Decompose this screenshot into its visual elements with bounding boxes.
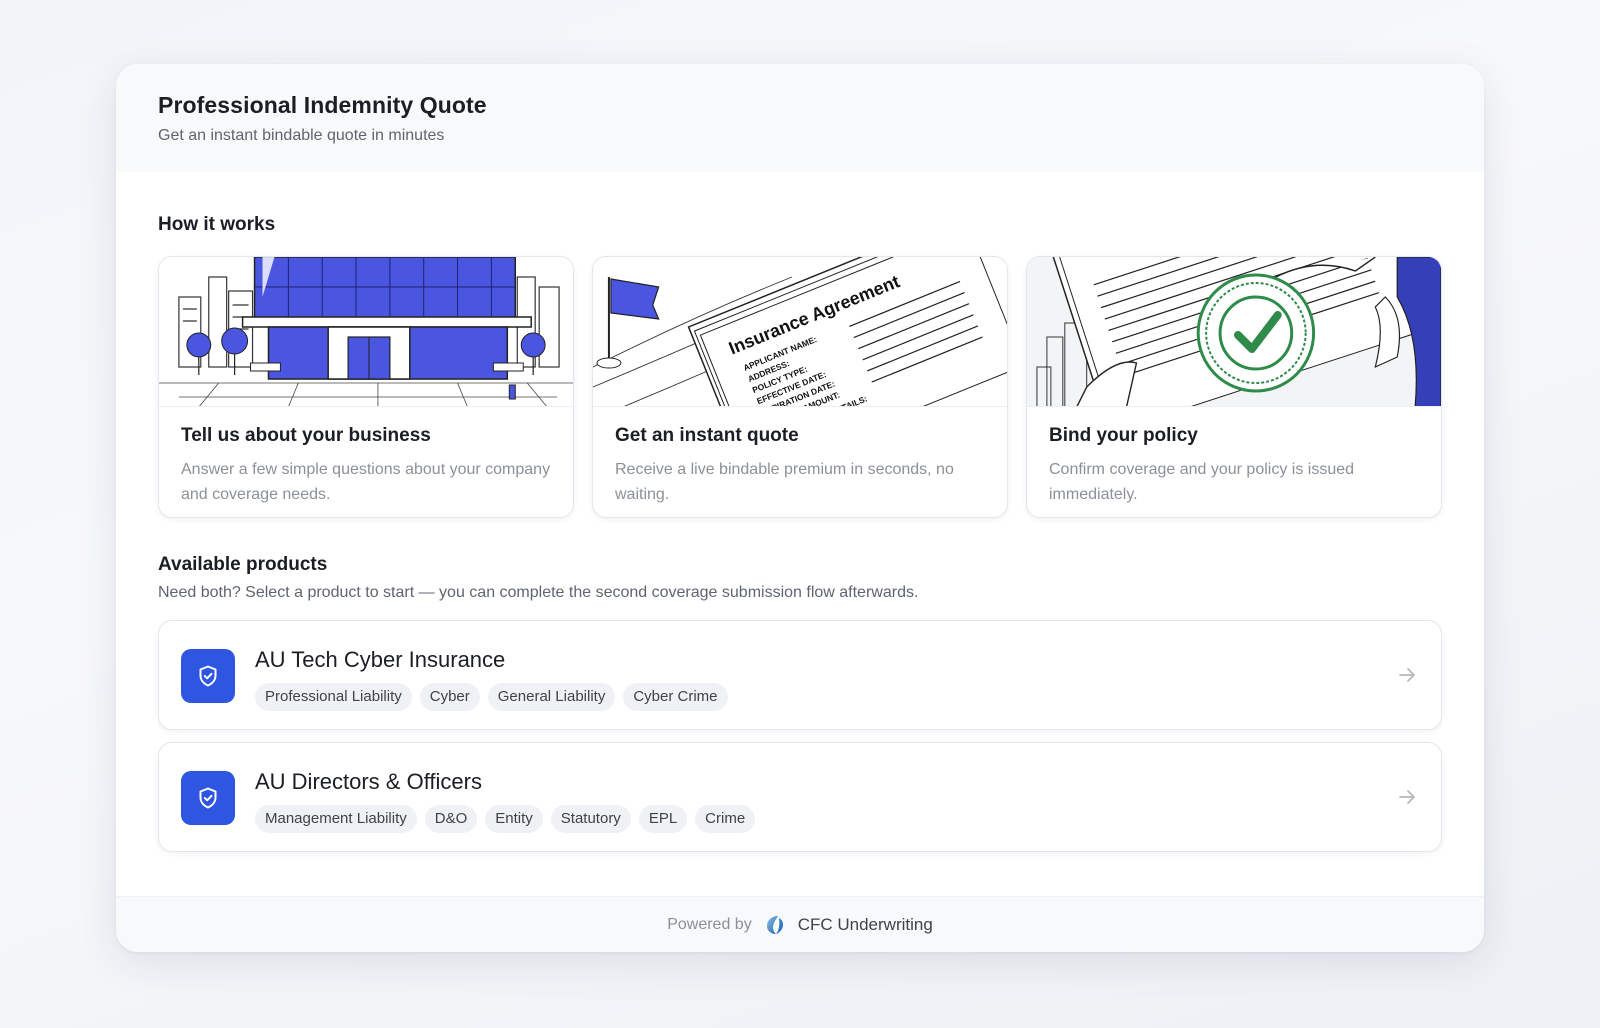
step-card-business: Tell us about your business Answer a few…: [158, 256, 574, 518]
coverage-tag: Management Liability: [255, 805, 417, 833]
coverage-tag: Entity: [485, 805, 543, 833]
card-header: Professional Indemnity Quote Get an inst…: [116, 64, 1484, 172]
coverage-tag: Statutory: [550, 805, 631, 833]
step-description: Confirm coverage and your policy is issu…: [1049, 461, 1355, 503]
step-title: Bind your policy: [1049, 425, 1198, 446]
shield-check-icon: [181, 771, 235, 825]
brand-name: CFC Underwriting: [797, 914, 933, 934]
powered-by-label: Powered by: [667, 915, 752, 933]
coverage-tag: Cyber: [419, 683, 480, 711]
product-tags: Management Liability D&O Entity Statutor…: [255, 805, 756, 833]
coverage-tag: General Liability: [487, 683, 616, 711]
product-name: AU Tech Cyber Insurance: [255, 647, 506, 672]
coverage-tag: Professional Liability: [255, 683, 412, 711]
product-card-directors-officers[interactable]: AU Directors & Officers Management Liabi…: [158, 742, 1442, 852]
steps-row: Tell us about your business Answer a few…: [158, 256, 1442, 520]
shield-check-icon: [181, 649, 235, 703]
step-description: Answer a few simple questions about your…: [181, 461, 551, 503]
quote-card: Professional Indemnity Quote Get an inst…: [116, 64, 1484, 952]
step-card-bind: PO Bind your policy Confirm coverage and…: [1026, 256, 1442, 518]
page-subtitle: Get an instant bindable quote in minutes: [158, 127, 445, 144]
step-title: Tell us about your business: [181, 425, 431, 446]
available-products-subtitle: Need both? Select a product to start — y…: [158, 584, 919, 601]
cfc-logo-icon: [766, 915, 783, 934]
arrow-right-icon[interactable]: [1395, 663, 1419, 687]
product-name: AU Directors & Officers: [255, 769, 482, 794]
signed-policy-illustration: PO: [1027, 257, 1441, 407]
arrow-right-icon[interactable]: [1395, 785, 1419, 809]
step-description: Receive a live bindable premium in secon…: [615, 461, 954, 503]
step-title: Get an instant quote: [615, 425, 799, 446]
office-building-illustration: [159, 257, 573, 407]
product-tags: Professional Liability Cyber General Lia…: [255, 683, 728, 711]
how-it-works-heading: How it works: [158, 214, 276, 235]
insurance-agreement-illustration: Insurance Agreement APPLICANT NAME: ADDR…: [593, 257, 1007, 407]
available-products-heading: Available products: [158, 554, 328, 575]
step-card-quote: Insurance Agreement APPLICANT NAME: ADDR…: [592, 256, 1008, 518]
coverage-tag: EPL: [638, 805, 688, 833]
coverage-tag: Crime: [695, 805, 756, 833]
coverage-tag: D&O: [424, 805, 478, 833]
page-title: Professional Indemnity Quote: [158, 92, 487, 118]
product-card-tech-cyber[interactable]: AU Tech Cyber Insurance Professional Lia…: [158, 620, 1442, 730]
coverage-tag: Cyber Crime: [623, 683, 728, 711]
footer: Powered by CFC Underwriting: [116, 896, 1484, 952]
